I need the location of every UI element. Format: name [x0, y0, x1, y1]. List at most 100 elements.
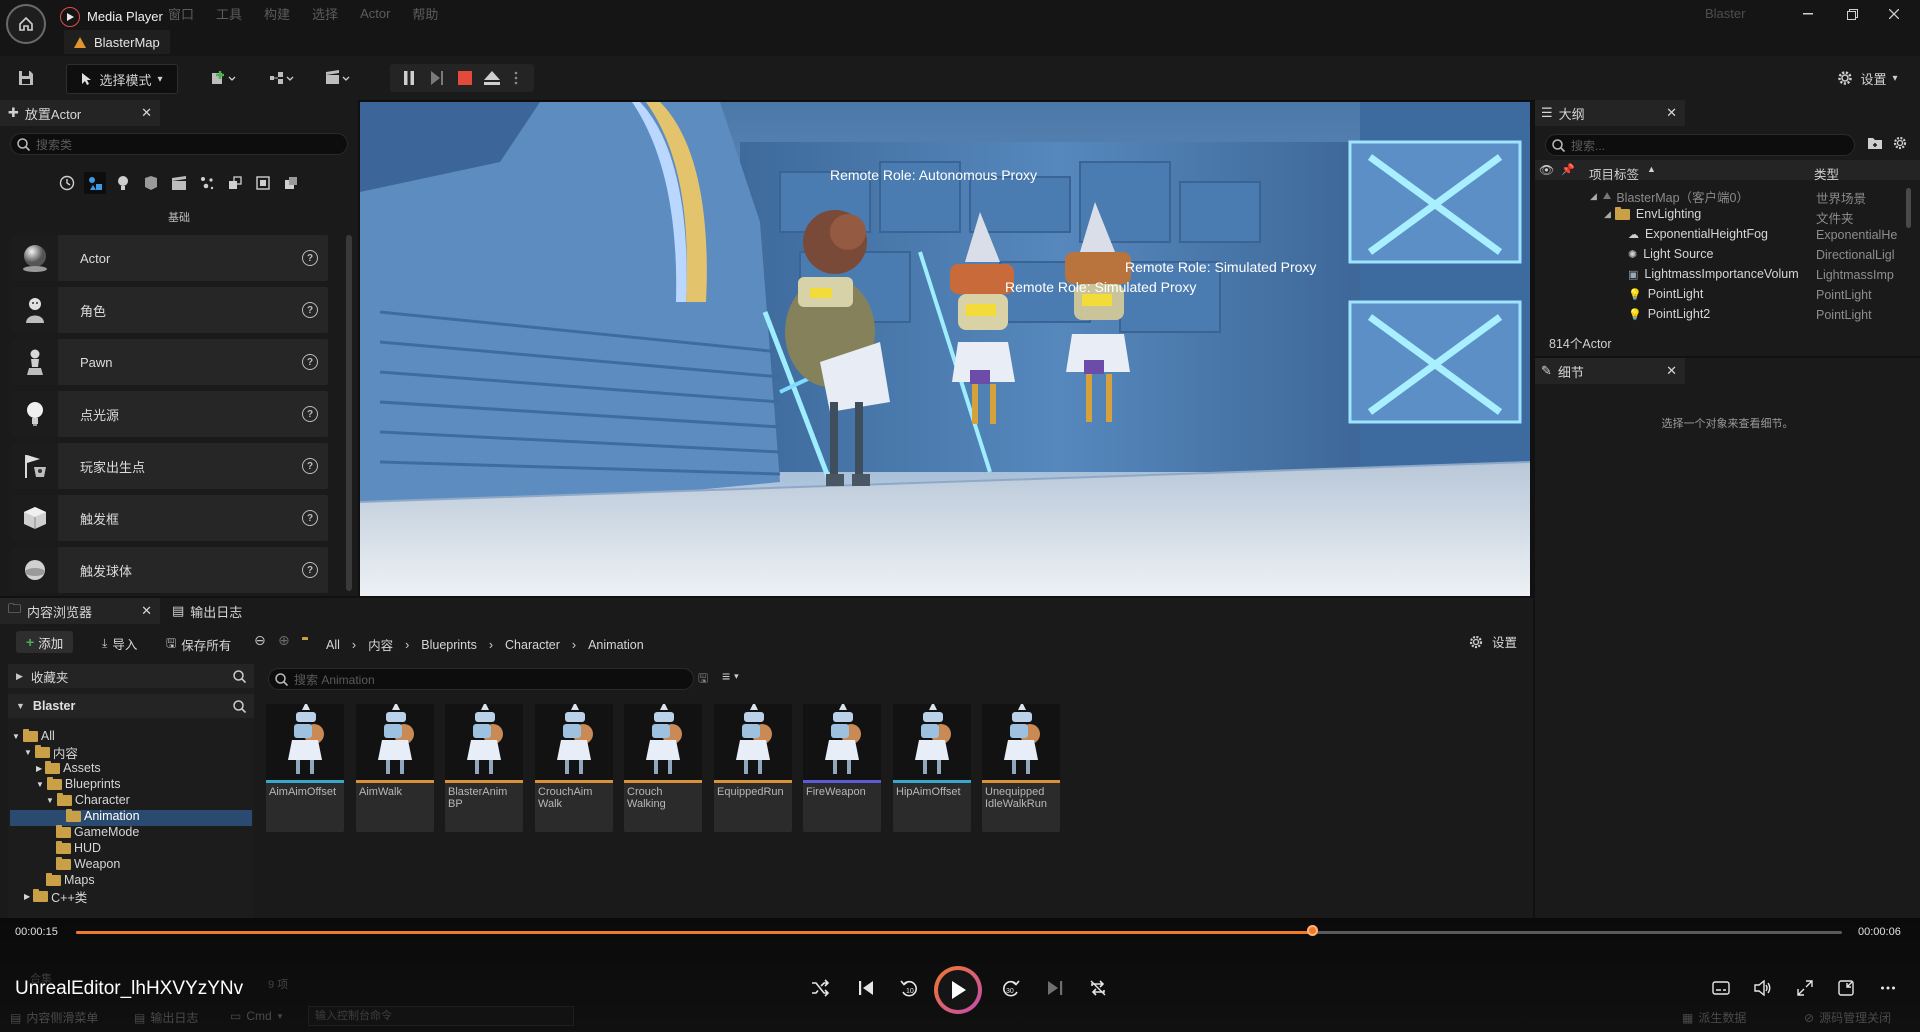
subtitles-icon[interactable] — [1712, 980, 1730, 996]
project-header[interactable]: ▼ Blaster — [8, 694, 254, 718]
outliner-row-pointlight2[interactable]: 💡 PointLight2 — [1628, 307, 1710, 321]
asset-search[interactable]: 搜索 Animation — [268, 668, 694, 690]
actor-item-player-start[interactable]: 玩家出生点 ? — [12, 443, 328, 489]
actor-item-actor[interactable]: Actor ? — [12, 235, 328, 281]
menu-window[interactable]: 窗口 — [168, 4, 194, 23]
asset-tile[interactable]: Unequipped IdleWalkRun — [982, 704, 1060, 832]
content-browser-tab[interactable]: 🗀 内容浏览器 ✕ — [0, 598, 160, 624]
actor-item-character[interactable]: 角色 ? — [12, 287, 328, 333]
tree-item-animation[interactable]: Animation — [66, 808, 140, 824]
help-icon[interactable]: ? — [302, 510, 318, 526]
blueprint-button[interactable] — [262, 64, 302, 92]
restore-icon[interactable] — [1840, 4, 1864, 24]
more-options-icon[interactable] — [508, 64, 524, 92]
actor-item-pawn[interactable]: Pawn ? — [12, 339, 328, 385]
help-icon[interactable]: ? — [302, 458, 318, 474]
source-control-button[interactable]: ⊘ 源码管理关闭 — [1804, 1009, 1891, 1026]
add-content-button[interactable] — [204, 64, 244, 92]
more-icon[interactable] — [1880, 980, 1896, 996]
breadcrumb-blueprints[interactable]: Blueprints — [421, 638, 477, 652]
minimize-icon[interactable] — [1796, 4, 1820, 24]
filter-button[interactable]: ≡ ▾ — [722, 668, 739, 684]
menu-tools[interactable]: 工具 — [216, 4, 242, 23]
fullscreen-icon[interactable] — [1797, 980, 1813, 996]
repeat-off-icon[interactable] — [1088, 978, 1108, 998]
search-icon[interactable] — [233, 699, 246, 713]
breadcrumb-content[interactable]: 内容 — [368, 635, 393, 654]
col-type[interactable]: 类型 — [1814, 164, 1839, 183]
console-input[interactable]: 输入控制台命令 — [308, 1006, 574, 1026]
search-icon[interactable] — [233, 669, 246, 683]
shapes-icon[interactable] — [140, 172, 162, 194]
save-icon[interactable] — [12, 64, 40, 92]
previous-icon[interactable] — [856, 978, 876, 998]
cmd-selector[interactable]: ▭ Cmd ▾ — [230, 1009, 282, 1023]
status-output-log-button[interactable]: ▤ 输出日志 — [134, 1009, 198, 1026]
add-folder-icon[interactable] — [1867, 136, 1883, 150]
tree-item-hud[interactable]: HUD — [56, 840, 101, 856]
close-tab-icon[interactable]: ✕ — [1666, 105, 1677, 121]
breadcrumb-character[interactable]: Character — [505, 638, 560, 652]
volume-icon[interactable] — [1754, 980, 1772, 996]
breadcrumb-animation[interactable]: Animation — [588, 638, 644, 652]
help-icon[interactable]: ? — [302, 250, 318, 266]
content-drawer-button[interactable]: ▤ 内容侧滑菜单 — [10, 1009, 98, 1026]
outliner-row-world[interactable]: ◢ ⛰ BlasterMap（客户端0） — [1590, 187, 1749, 206]
expand-arrow-icon[interactable]: ◢ — [1604, 209, 1611, 220]
outliner-search[interactable]: 搜索... — [1545, 134, 1855, 156]
asset-tile[interactable]: CrouchAim Walk — [535, 704, 613, 832]
pin-icon[interactable]: 📌 — [1561, 163, 1575, 176]
asset-tile[interactable]: BlasterAnim BP — [445, 704, 523, 832]
place-actor-search[interactable]: 搜索类 — [10, 133, 348, 155]
actor-item-trigger-box[interactable]: 触发框 ? — [12, 495, 328, 541]
eject-icon[interactable] — [481, 64, 503, 92]
breadcrumb-all[interactable]: All — [326, 638, 340, 652]
help-icon[interactable]: ? — [302, 354, 318, 370]
mini-player-icon[interactable] — [1838, 980, 1854, 996]
settings-button[interactable]: 设置 ▾ — [1830, 64, 1904, 92]
tree-item-content[interactable]: ▼ 内容 — [24, 744, 78, 761]
volumes-icon[interactable] — [252, 172, 274, 194]
unreal-logo-icon[interactable] — [6, 4, 46, 44]
map-tab[interactable]: BlasterMap — [64, 30, 170, 54]
outliner-row-envlighting[interactable]: ◢ EnvLighting — [1604, 206, 1701, 221]
outliner-scrollbar[interactable] — [1906, 188, 1911, 228]
asset-tile[interactable]: Crouch Walking — [624, 704, 702, 832]
derived-data-button[interactable]: ▦ 派生数据 — [1682, 1009, 1746, 1026]
back-icon[interactable]: ⊖ — [254, 632, 266, 649]
rewind-10-icon[interactable]: 10 — [898, 978, 920, 1000]
close-tab-icon[interactable]: ✕ — [141, 105, 152, 121]
add-button[interactable]: + 添加 — [16, 631, 74, 653]
shuffle-icon[interactable] — [810, 978, 830, 998]
visual-effects-icon[interactable] — [196, 172, 218, 194]
import-button[interactable]: ⤓ 导入 — [102, 634, 137, 653]
asset-tile[interactable]: AimWalk — [356, 704, 434, 832]
asset-tile[interactable]: HipAimOffset — [893, 704, 971, 832]
asset-tile[interactable]: AimAimOffset — [266, 704, 344, 832]
menu-actor[interactable]: Actor — [360, 6, 390, 21]
recent-icon[interactable] — [56, 172, 78, 194]
level-viewport[interactable]: Remote Role: Autonomous Proxy Remote Rol… — [360, 102, 1530, 596]
tree-item-cpp[interactable]: ▶ C++类 — [24, 888, 87, 905]
visibility-eye-icon[interactable]: 👁 — [1539, 163, 1554, 177]
save-search-icon[interactable]: 🖫 — [698, 669, 708, 690]
help-icon[interactable]: ? — [302, 302, 318, 318]
stop-icon[interactable] — [454, 64, 476, 92]
close-tab-icon[interactable]: ✕ — [1666, 363, 1677, 379]
save-all-button[interactable]: 🖫 保存所有 — [166, 634, 231, 655]
step-forward-icon[interactable] — [426, 64, 448, 92]
expand-arrow-icon[interactable]: ◢ — [1590, 191, 1597, 202]
geometry-icon[interactable] — [224, 172, 246, 194]
help-icon[interactable]: ? — [302, 406, 318, 422]
favorites-header[interactable]: ▶ 收藏夹 — [8, 664, 254, 688]
cb-settings-button[interactable]: 设置 — [1468, 632, 1517, 651]
progress-track[interactable] — [76, 925, 1842, 936]
tree-item-gamemode[interactable]: GameMode — [56, 824, 139, 840]
place-actor-tab[interactable]: ✚ 放置Actor ✕ — [0, 100, 160, 126]
select-mode-button[interactable]: 选择模式 ▾ — [66, 64, 178, 94]
next-icon[interactable] — [1045, 978, 1065, 998]
menu-build[interactable]: 构建 — [264, 4, 290, 23]
actor-item-trigger-sphere[interactable]: 触发球体 ? — [12, 547, 328, 593]
details-tab[interactable]: ✎ 细节 ✕ — [1535, 358, 1685, 384]
outliner-settings-icon[interactable] — [1892, 135, 1908, 151]
